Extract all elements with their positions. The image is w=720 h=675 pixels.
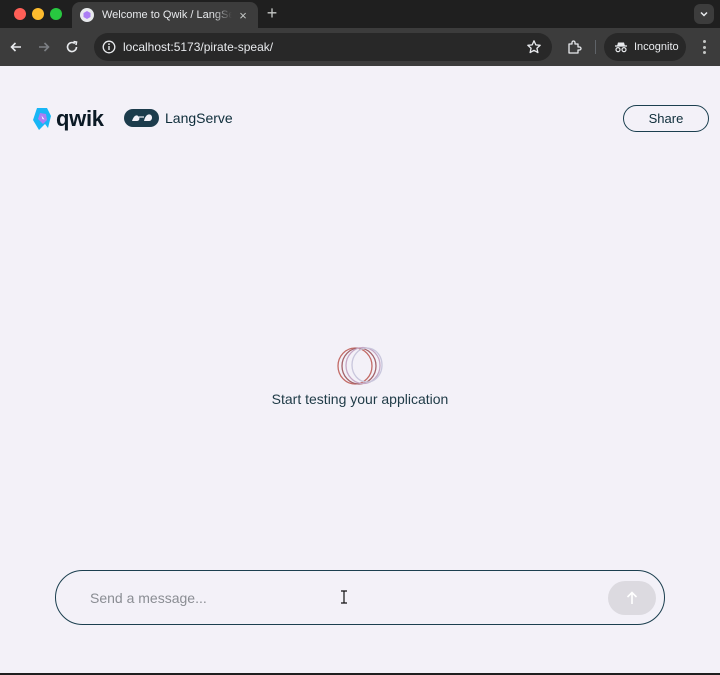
empty-state: Start testing your application [0, 346, 720, 407]
address-bar[interactable]: localhost:5173/pirate-speak/ [94, 33, 552, 61]
window-minimize-button[interactable] [32, 8, 44, 20]
browser-toolbar: localhost:5173/pirate-speak/ Incognito [0, 28, 720, 66]
url-text[interactable]: localhost:5173/pirate-speak/ [123, 40, 273, 54]
browser-tab-strip: Welcome to Qwik / LangServe × + [0, 0, 720, 28]
incognito-profile-button[interactable]: Incognito [604, 33, 686, 61]
new-tab-button[interactable]: + [263, 4, 281, 22]
arrow-up-icon [626, 591, 638, 604]
bookmark-star-icon[interactable] [526, 39, 542, 55]
browser-menu-icon[interactable] [697, 39, 711, 55]
langserve-logo-text: LangServe [165, 110, 233, 126]
message-input[interactable] [90, 587, 570, 609]
langserve-rings-icon [337, 346, 383, 385]
tab-title: Welcome to Qwik / LangServe [102, 9, 232, 21]
text-cursor-icon [341, 590, 347, 604]
arrow-left-icon [10, 42, 21, 52]
langchain-parrot-icon [124, 109, 159, 127]
langserve-logo[interactable]: LangServe [124, 109, 233, 127]
reload-icon [66, 40, 78, 53]
tab-search-button[interactable] [694, 4, 714, 24]
empty-state-text: Start testing your application [271, 391, 449, 407]
toolbar-divider [595, 40, 596, 54]
chat-input-box [55, 570, 665, 625]
arrow-right-icon [39, 42, 50, 52]
chevron-down-icon [700, 11, 708, 17]
browser-tab-active[interactable]: Welcome to Qwik / LangServe × [72, 2, 258, 28]
qwik-logo-icon [33, 108, 51, 130]
qwik-logo-text: qwik [56, 106, 104, 131]
incognito-label: Incognito [634, 41, 679, 53]
window-zoom-button[interactable] [50, 8, 62, 20]
extensions-puzzle-icon[interactable] [566, 39, 582, 55]
reload-button[interactable] [63, 38, 81, 56]
send-button[interactable] [608, 581, 656, 615]
site-info-icon[interactable] [102, 40, 116, 54]
window-close-button[interactable] [14, 8, 26, 20]
tab-close-icon[interactable]: × [236, 8, 250, 23]
incognito-icon [615, 42, 627, 53]
qwik-logo[interactable]: qwik [32, 106, 104, 132]
back-button[interactable] [7, 38, 25, 56]
share-button[interactable]: Share [623, 105, 709, 132]
qwik-favicon-icon [80, 8, 94, 22]
page-viewport: qwik LangServe Share Start testing your … [0, 66, 720, 673]
forward-button[interactable] [35, 38, 53, 56]
